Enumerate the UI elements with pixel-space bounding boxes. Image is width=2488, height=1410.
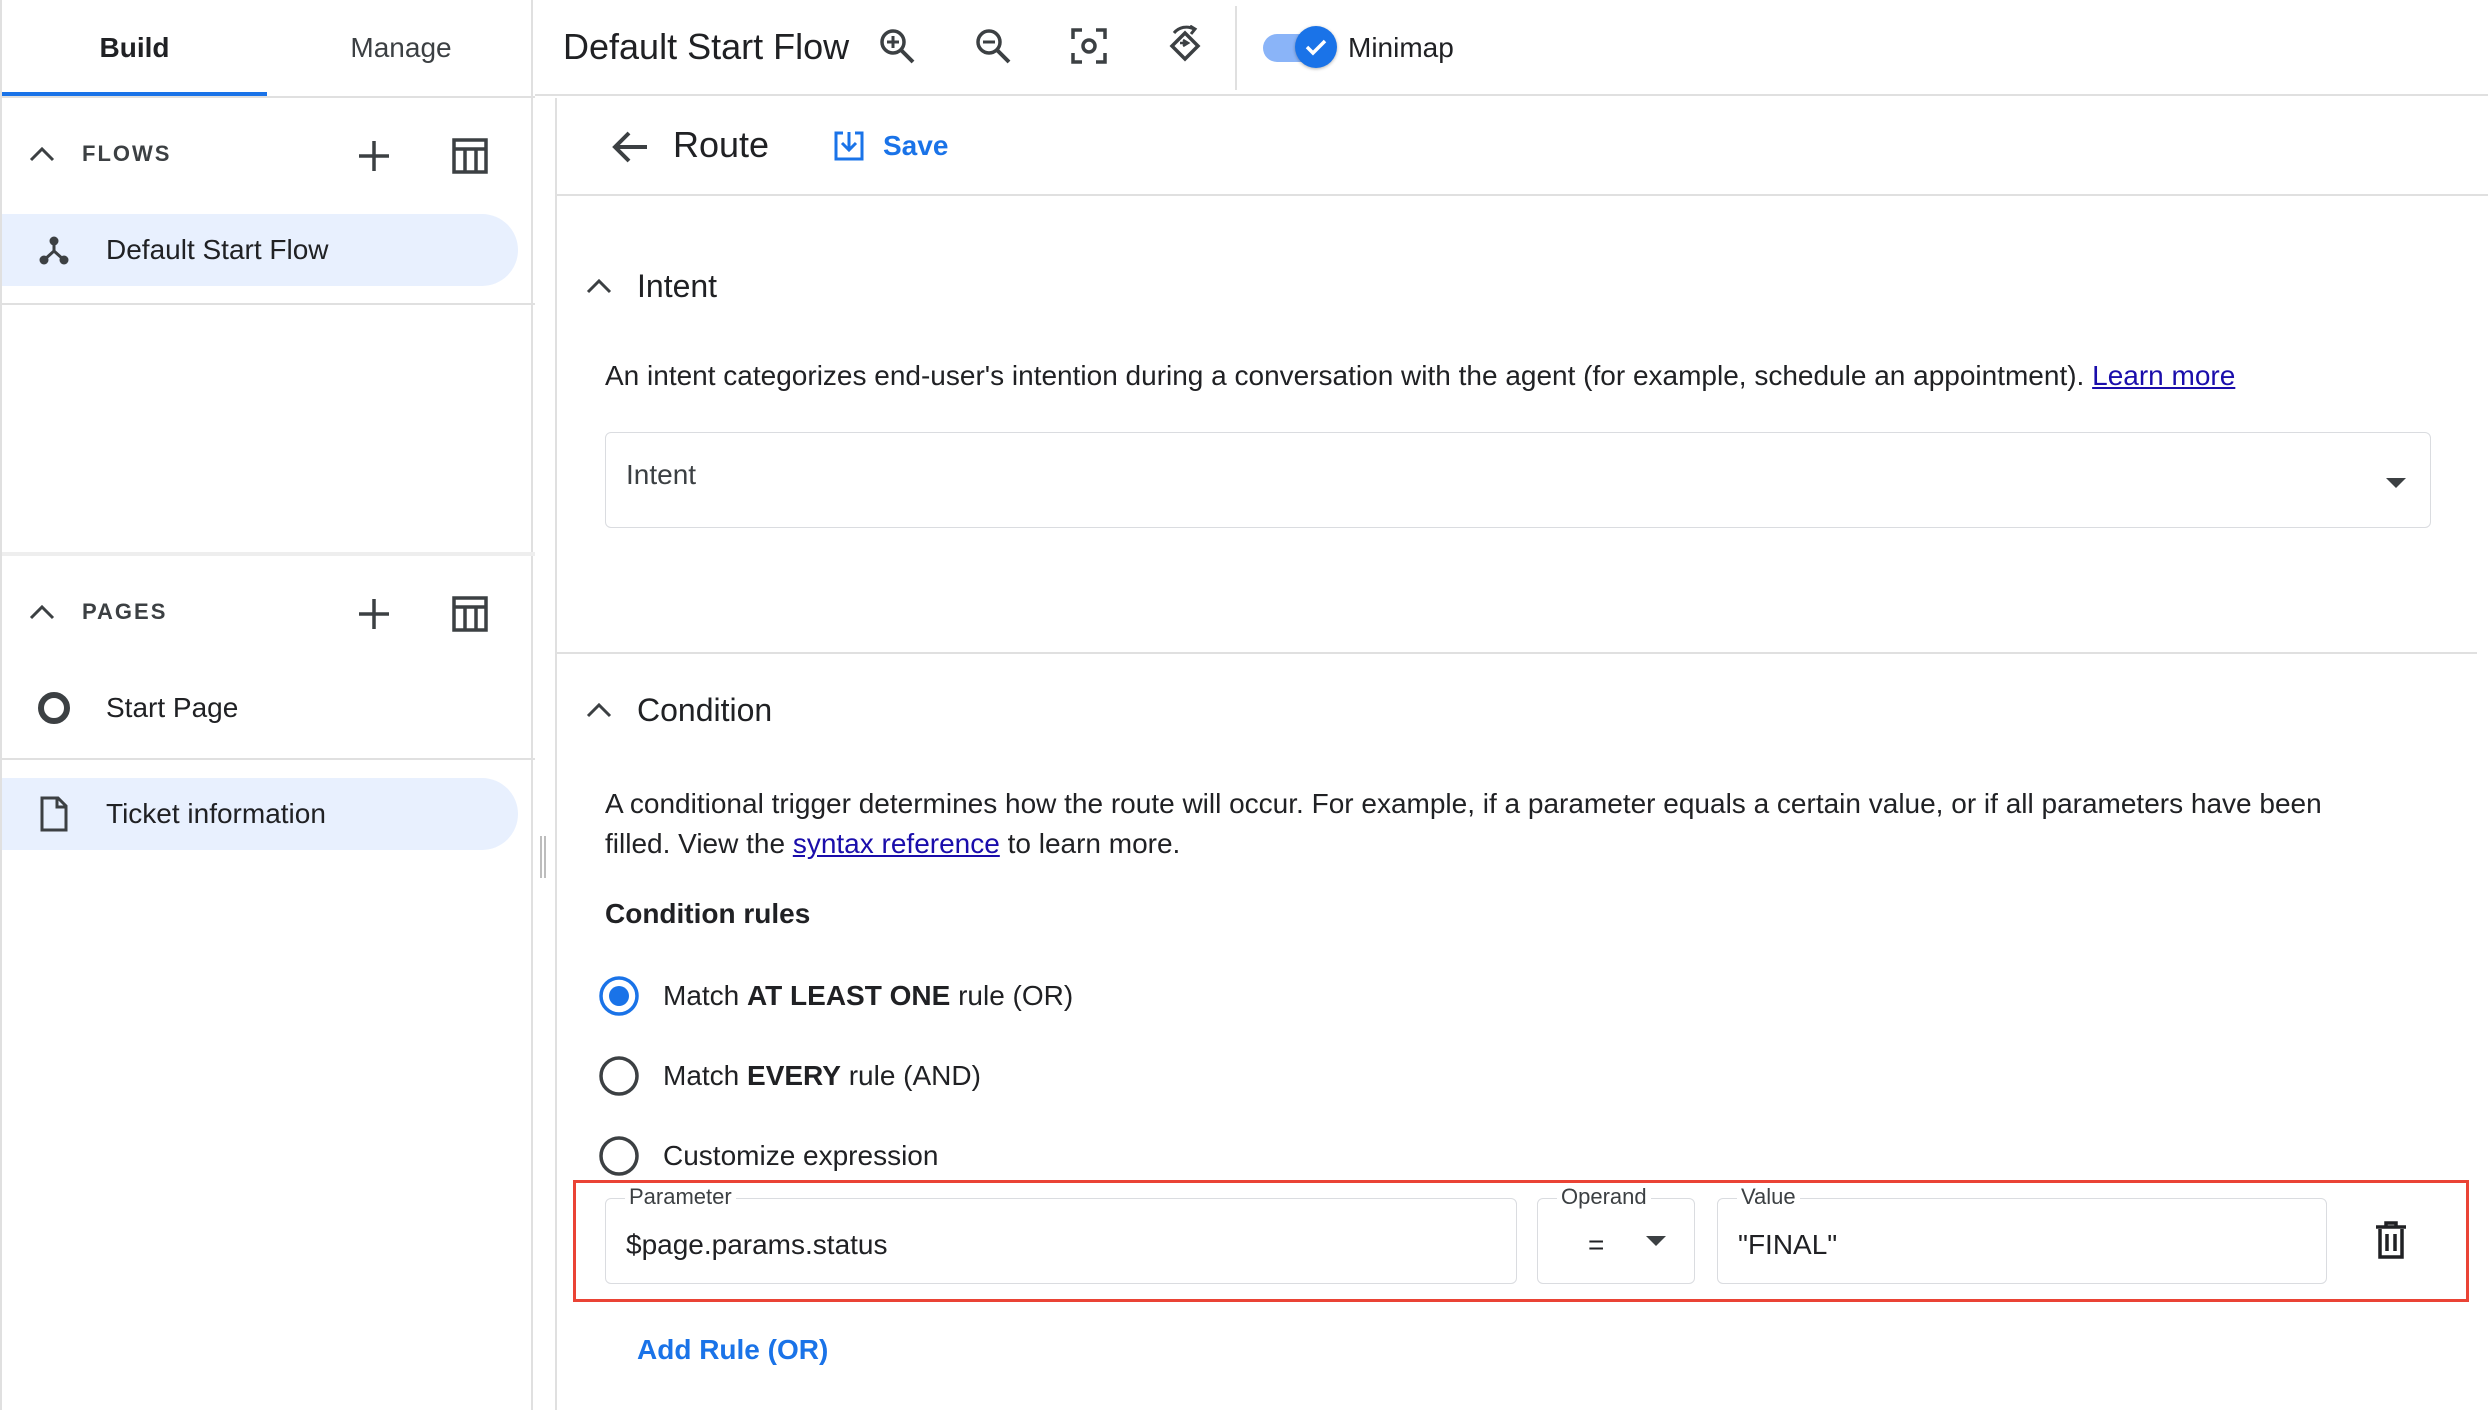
value-label: Value <box>1737 1184 1800 1210</box>
reset-view-icon[interactable] <box>1163 24 1207 68</box>
start-page-icon <box>36 690 72 726</box>
sections-divider <box>2 552 535 556</box>
tab-manage-label: Manage <box>350 32 452 63</box>
dropdown-arrow-icon <box>1644 1229 1668 1253</box>
minimap-toggle-thumb <box>1295 26 1337 68</box>
learn-more-link[interactable]: Learn more <box>2092 360 2235 391</box>
radio-unselected-icon <box>597 1134 641 1178</box>
flows-collapse-chevron-icon[interactable] <box>24 136 60 172</box>
sidebar-item-ticket-information[interactable]: Ticket information <box>2 778 518 850</box>
operand-value: = <box>1588 1229 1605 1260</box>
canvas-toolbar: Default Start Flow Minimap <box>535 0 2488 96</box>
operand-select[interactable]: = <box>1537 1198 1695 1284</box>
pages-header: PAGES <box>82 599 168 624</box>
route-title: Route <box>673 124 770 165</box>
flows-header: FLOWS <box>82 141 172 166</box>
condition-description-line1: A conditional trigger determines how the… <box>605 788 2322 819</box>
pages-table-view-icon[interactable] <box>448 592 492 636</box>
tab-manage[interactable]: Manage <box>267 0 535 96</box>
delete-rule-trash-icon[interactable] <box>2367 1216 2415 1264</box>
radio-match-every[interactable]: Match EVERY rule (AND) <box>597 1046 1197 1106</box>
parameter-value: $page.params.status <box>626 1229 888 1260</box>
condition-collapse-chevron-icon[interactable] <box>581 692 617 728</box>
route-header-divider <box>557 194 2488 196</box>
route-panel: Route Save Intent An intent categorizes … <box>555 98 2488 1410</box>
sidebar-item-label: Default Start Flow <box>106 234 329 265</box>
minimap-toggle[interactable] <box>1263 26 1339 70</box>
radio-label: Match AT LEAST ONE rule (OR) <box>663 980 1074 1011</box>
flow-title: Default Start Flow <box>563 26 850 67</box>
toolbar-divider <box>1235 6 1237 90</box>
flows-divider <box>2 303 535 305</box>
zoom-out-icon[interactable] <box>971 24 1015 68</box>
condition-rules-heading: Condition rules <box>605 898 811 929</box>
intent-description: An intent categorizes end-user's intenti… <box>605 360 2235 392</box>
tab-build-label: Build <box>99 32 170 63</box>
condition-description-line2: filled. View the syntax reference to lea… <box>605 824 2322 864</box>
condition-description-before: filled. View the <box>605 828 786 859</box>
radio-label: Customize expression <box>663 1140 939 1171</box>
dropdown-arrow-icon <box>2384 471 2408 495</box>
radio-selected-icon <box>597 974 641 1018</box>
radio-unselected-icon <box>597 1054 641 1098</box>
value-value: "FINAL" <box>1738 1229 1838 1260</box>
save-button[interactable]: Save <box>833 124 948 168</box>
intent-heading: Intent <box>637 268 718 304</box>
sidebar-item-start-page[interactable]: Start Page <box>2 672 518 744</box>
condition-heading: Condition <box>637 692 773 728</box>
pages-item-divider <box>2 758 535 760</box>
value-field[interactable]: "FINAL" <box>1717 1198 2327 1284</box>
fit-screen-icon[interactable] <box>1067 24 1111 68</box>
add-rule-button[interactable]: Add Rule (OR) <box>637 1334 828 1366</box>
save-icon <box>833 130 865 162</box>
parameter-label: Parameter <box>625 1184 736 1210</box>
radio-customize-expression[interactable]: Customize expression <box>597 1126 1197 1186</box>
back-arrow-icon[interactable] <box>607 124 653 170</box>
sidebar-resize-handle[interactable] <box>540 836 546 878</box>
sidebar-item-label: Start Page <box>106 692 239 723</box>
condition-description: A conditional trigger determines how the… <box>605 784 2322 864</box>
sidebar-item-default-start-flow[interactable]: Default Start Flow <box>2 214 518 286</box>
operand-label: Operand <box>1557 1184 1651 1210</box>
flows-table-view-icon[interactable] <box>448 134 492 178</box>
radio-match-at-least-one[interactable]: Match AT LEAST ONE rule (OR) <box>597 966 1197 1026</box>
syntax-reference-link[interactable]: syntax reference <box>793 828 1000 859</box>
intent-divider <box>557 652 2477 654</box>
pages-collapse-chevron-icon[interactable] <box>24 594 60 630</box>
intent-description-text: An intent categorizes end-user's intenti… <box>605 360 2085 391</box>
radio-label: Match EVERY rule (AND) <box>663 1060 981 1091</box>
intent-select-placeholder: Intent <box>626 459 697 490</box>
minimap-label: Minimap <box>1348 32 1454 63</box>
zoom-in-icon[interactable] <box>875 24 919 68</box>
condition-description-after: to learn more. <box>1007 828 1181 859</box>
add-page-plus-icon[interactable] <box>352 592 396 636</box>
parameter-field[interactable]: $page.params.status <box>605 1198 1517 1284</box>
intent-collapse-chevron-icon[interactable] <box>581 268 617 304</box>
sidebar-item-label: Ticket information <box>106 798 326 829</box>
left-sidebar: Build Manage FLOWS Default Start Flow PA… <box>0 0 535 1410</box>
save-label: Save <box>883 130 949 161</box>
tabs-divider <box>2 96 535 98</box>
add-flow-plus-icon[interactable] <box>352 134 396 178</box>
tab-build[interactable]: Build <box>2 0 267 96</box>
flow-icon <box>36 232 72 268</box>
intent-select[interactable]: Intent <box>605 432 2431 528</box>
page-icon <box>36 794 72 834</box>
